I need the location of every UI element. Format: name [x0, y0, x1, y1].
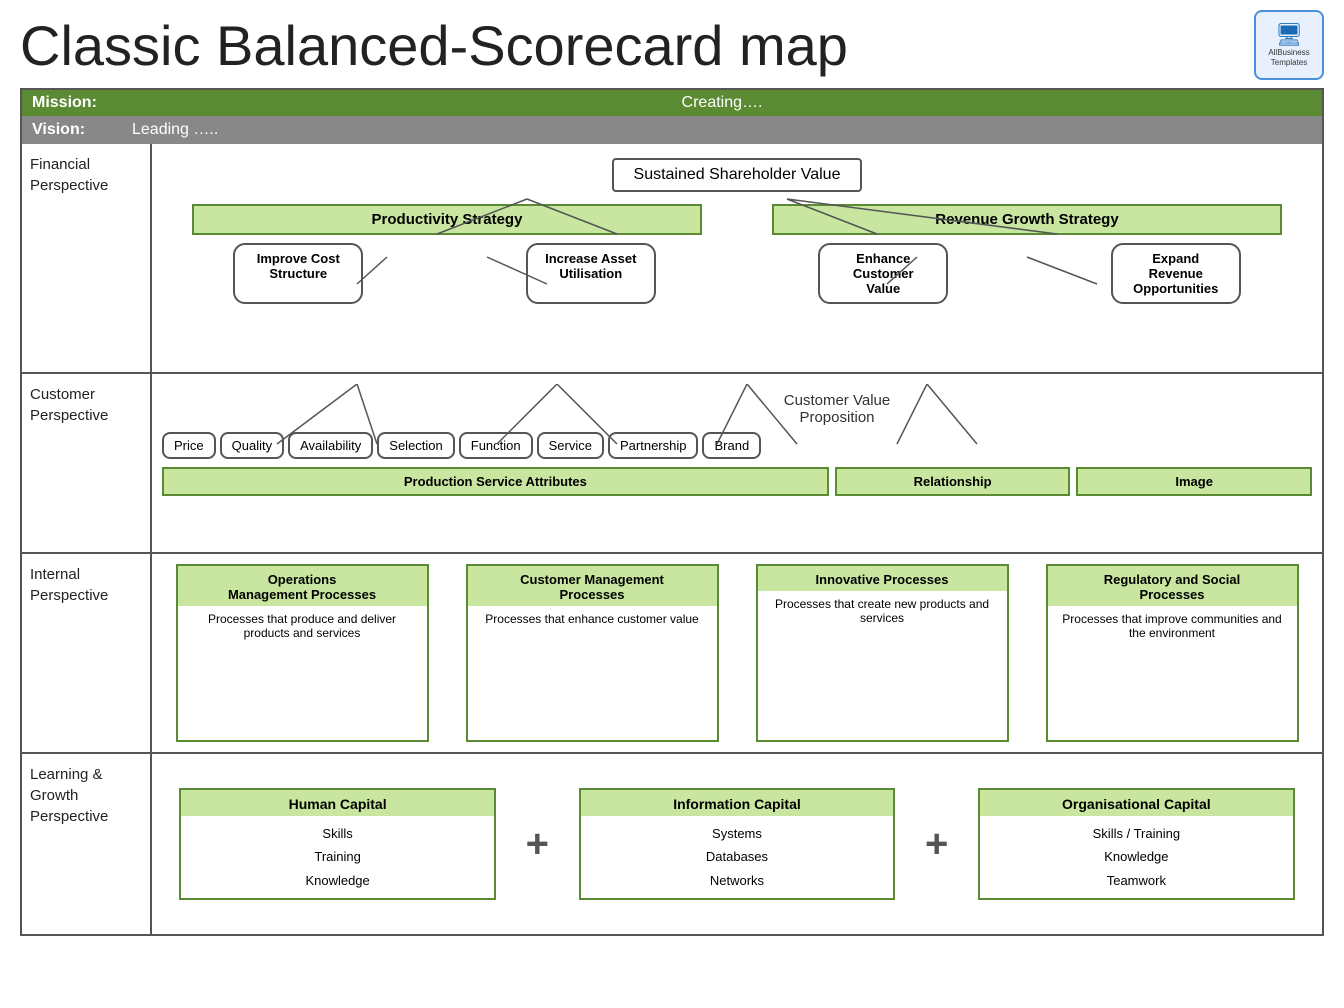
process-box-3: Regulatory and Social Processes Processe… — [1046, 564, 1299, 742]
mission-row: Mission: Creating…. — [22, 90, 1322, 117]
capital-item-training: Training — [187, 845, 487, 868]
internal-label: Internal Perspective — [22, 554, 152, 752]
page-title: Classic Balanced-Scorecard map — [20, 13, 848, 78]
header: Classic Balanced-Scorecard map 🖥 AllBusi… — [20, 10, 1324, 80]
capital-items-1: Systems Databases Networks — [581, 816, 893, 898]
capital-item-systems: Systems — [587, 822, 887, 845]
logo-icon: 🖥 — [1275, 22, 1303, 48]
page: Classic Balanced-Scorecard map 🖥 AllBusi… — [0, 0, 1344, 946]
capital-item-teamwork: Teamwork — [986, 869, 1286, 892]
capital-header-1: Information Capital — [581, 790, 893, 816]
relationship-bar: Relationship — [835, 467, 1071, 496]
capital-item-knowledge2: Knowledge — [986, 845, 1286, 868]
process-desc-1: Processes that enhance customer value — [468, 606, 717, 740]
capital-items-0: Skills Training Knowledge — [181, 816, 493, 898]
capital-item-skills-training: Skills / Training — [986, 822, 1286, 845]
capital-header-0: Human Capital — [181, 790, 493, 816]
process-header-3: Regulatory and Social Processes — [1098, 566, 1247, 606]
logo-label: AllBusiness Templates — [1256, 48, 1322, 67]
customer-section: Customer Perspective — [22, 374, 1322, 554]
attr-partnership: Partnership — [608, 432, 698, 459]
financial-wrapper: Sustained Shareholder Value Productivity… — [157, 154, 1317, 304]
lg-content: Human Capital Skills Training Knowledge … — [152, 754, 1322, 934]
process-desc-3: Processes that improve communities and t… — [1048, 606, 1297, 740]
process-desc-0: Processes that produce and deliver produ… — [178, 606, 427, 740]
financial-label: Financial Perspective — [22, 144, 152, 372]
process-header-0: Operations Management Processes — [222, 566, 382, 606]
capital-items-2: Skills / Training Knowledge Teamwork — [980, 816, 1292, 898]
sub-box-enhance-customer: Enhance Customer Value — [818, 243, 948, 304]
process-box-1: Customer Management Processes Processes … — [466, 564, 719, 742]
customer-content: Customer ValueProposition Price Quality … — [152, 374, 1322, 552]
attr-bars-row: Production Service Attributes Relationsh… — [162, 467, 1312, 496]
capital-box-2: Organisational Capital Skills / Training… — [978, 788, 1294, 900]
vision-row: Vision: Leading ….. — [22, 117, 1322, 144]
attr-function: Function — [459, 432, 533, 459]
financial-section: Financial Perspective — [22, 144, 1322, 374]
customer-layout: Customer ValueProposition Price Quality … — [157, 384, 1317, 504]
attr-service: Service — [537, 432, 604, 459]
attr-selection: Selection — [377, 432, 454, 459]
productivity-strategy-box: Productivity Strategy — [192, 204, 702, 235]
internal-content: Operations Management Processes Processe… — [152, 554, 1322, 752]
sub-boxes-row: Improve Cost Structure Increase Asset Ut… — [157, 243, 1317, 304]
financial-content: Sustained Shareholder Value Productivity… — [152, 144, 1322, 372]
capital-item-networks: Networks — [587, 869, 887, 892]
mission-value: Creating…. — [132, 94, 1312, 112]
internal-section: Internal Perspective Operations Manageme… — [22, 554, 1322, 754]
sub-box-expand-revenue: Expand Revenue Opportunities — [1111, 243, 1241, 304]
capital-header-2: Organisational Capital — [980, 790, 1292, 816]
customer-wrapper: Customer ValueProposition Price Quality … — [157, 384, 1317, 504]
attr-brand: Brand — [702, 432, 761, 459]
capital-box-0: Human Capital Skills Training Knowledge — [179, 788, 495, 900]
ssv-box: Sustained Shareholder Value — [612, 158, 863, 192]
sub-box-improve-cost: Improve Cost Structure — [233, 243, 363, 304]
attribute-row: Price Quality Availability Selection Fun… — [162, 432, 1312, 459]
capital-box-1: Information Capital Systems Databases Ne… — [579, 788, 895, 900]
prod-service-bar: Production Service Attributes — [162, 467, 829, 496]
mission-label: Mission: — [32, 94, 132, 112]
attr-availability: Availability — [288, 432, 373, 459]
image-bar: Image — [1076, 467, 1312, 496]
strategy-row: Productivity Strategy Revenue Growth Str… — [157, 204, 1317, 235]
process-box-0: Operations Management Processes Processe… — [176, 564, 429, 742]
vision-value: Leading ….. — [132, 121, 1312, 139]
cvp-label: Customer ValueProposition — [784, 392, 890, 426]
plus-2: + — [925, 822, 948, 867]
customer-label: Customer Perspective — [22, 374, 152, 552]
sub-box-increase-asset: Increase Asset Utilisation — [526, 243, 656, 304]
process-desc-2: Processes that create new products and s… — [758, 591, 1007, 740]
financial-layout: Sustained Shareholder Value Productivity… — [157, 154, 1317, 304]
lg-section: Learning & Growth Perspective Human Capi… — [22, 754, 1322, 934]
process-box-2: Innovative Processes Processes that crea… — [756, 564, 1009, 742]
logo: 🖥 AllBusiness Templates — [1254, 10, 1324, 80]
plus-1: + — [526, 822, 549, 867]
vision-label: Vision: — [32, 121, 132, 139]
process-header-1: Customer Management Processes — [514, 566, 670, 606]
capital-item-skills: Skills — [187, 822, 487, 845]
process-header-2: Innovative Processes — [810, 566, 955, 591]
attr-quality: Quality — [220, 432, 284, 459]
revenue-strategy-box: Revenue Growth Strategy — [772, 204, 1282, 235]
diagram: Mission: Creating…. Vision: Leading ….. … — [20, 88, 1324, 936]
attr-price: Price — [162, 432, 216, 459]
capital-item-knowledge: Knowledge — [187, 869, 487, 892]
lg-label: Learning & Growth Perspective — [22, 754, 152, 934]
capital-item-databases: Databases — [587, 845, 887, 868]
